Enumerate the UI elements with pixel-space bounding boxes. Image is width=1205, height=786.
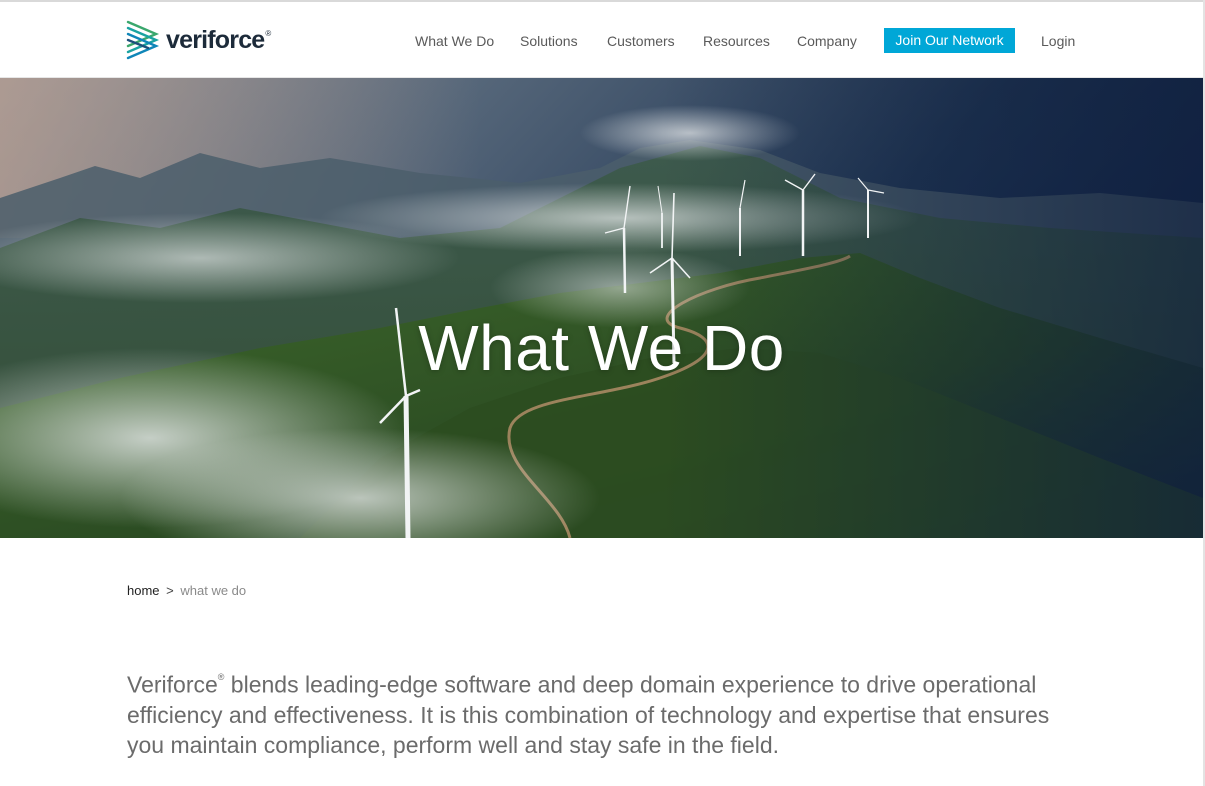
breadcrumb-home-link[interactable]: home xyxy=(127,583,160,598)
join-our-network-button[interactable]: Join Our Network xyxy=(884,28,1015,53)
hero-title: What We Do xyxy=(418,311,785,384)
breadcrumb: home > what we do xyxy=(127,583,246,598)
intro-paragraph: Veriforce® blends leading-edge software … xyxy=(127,666,1087,760)
nav-solutions[interactable]: Solutions xyxy=(520,33,578,49)
nav-company[interactable]: Company xyxy=(797,33,857,49)
login-link[interactable]: Login xyxy=(1041,33,1075,49)
veriforce-chevron-logo-icon xyxy=(126,20,160,60)
nav-customers[interactable]: Customers xyxy=(607,33,675,49)
nav-what-we-do[interactable]: What We Do xyxy=(415,33,494,49)
intro-text: blends leading-edge software and deep do… xyxy=(127,671,1050,758)
logo-wordmark: veriforce® xyxy=(166,25,271,54)
breadcrumb-separator: > xyxy=(166,583,174,598)
intro-brand: Veriforce xyxy=(127,671,218,698)
window-top-border xyxy=(0,0,1205,2)
nav-resources[interactable]: Resources xyxy=(703,33,770,49)
hero-landscape-image xyxy=(0,78,1203,538)
breadcrumb-current: what we do xyxy=(180,583,247,598)
site-header: veriforce® What We Do Solutions Customer… xyxy=(0,2,1203,78)
veriforce-logo[interactable]: veriforce® xyxy=(126,20,271,60)
hero-banner: What We Do xyxy=(0,78,1203,538)
registered-mark: ® xyxy=(217,672,225,682)
page: veriforce® What We Do Solutions Customer… xyxy=(0,0,1203,786)
